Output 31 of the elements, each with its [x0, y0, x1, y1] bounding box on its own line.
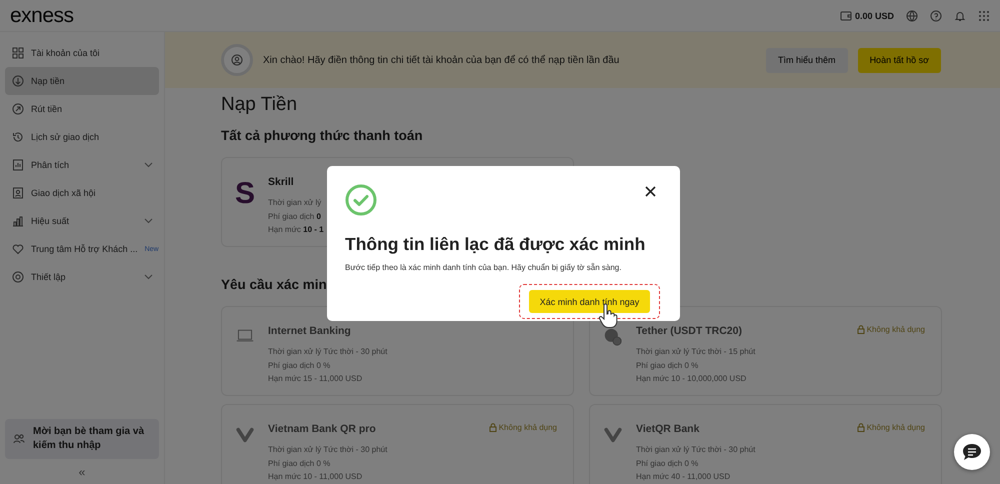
skrill-logo: S — [235, 179, 256, 212]
dialog-title: Thông tin liên lạc đã được xác minh — [345, 234, 646, 255]
method-detail: Thời gian xử lý Tức thời - 30 phút — [268, 346, 388, 358]
method-name: Skrill — [268, 176, 295, 188]
section-heading: Yêu cầu xác min — [221, 277, 328, 292]
method-detail: Phí giao dịch 0 % — [268, 360, 332, 372]
method-name: Internet Banking — [268, 325, 352, 337]
unavailable-badge: Không khả dụng — [856, 423, 925, 432]
method-detail: Thời gian xử lý Tức thời - 30 phút — [636, 444, 756, 456]
method-detail: Phí giao dịch 0 % — [636, 360, 700, 372]
invite-text: Mời bạn bè tham gia và kiếm thu nhập — [33, 425, 146, 453]
method-detail: Hạn mức 40 - 11,000 USD — [636, 471, 732, 483]
method-detail: Thời gian xử lý Tức thời - 30 phút — [268, 444, 388, 456]
method-detail: Hạn mức 10 - 10,000,000 USD — [636, 373, 748, 385]
banner-text: Xin chào! Hãy điền thông tin chi tiết tài khoản của bạn để có thể nạp tiền lần đầu — [263, 54, 620, 66]
method-detail: Hạn mức 10 - 11,000 USD — [268, 471, 364, 483]
section-heading: Tất cả phương thức thanh toán — [221, 128, 424, 143]
method-detail: Phí giao dịch 0 % — [636, 458, 700, 470]
unavailable-badge: Không khả dụng — [856, 325, 925, 334]
method-name: Vietnam Bank QR pro — [268, 423, 377, 435]
method-detail: Hạn mức 15 - 11,000 USD — [268, 373, 364, 385]
method-name: VietQR Bank — [636, 423, 700, 435]
method-name: Tether (USDT TRC20) — [636, 325, 743, 337]
page-title: Nạp Tiền — [221, 94, 298, 116]
method-detail: Thời gian xử lý — [268, 197, 322, 209]
method-detail: Phí giao dịch 0 % — [268, 458, 332, 470]
dialog-message: Bước tiếp theo là xác minh danh tính của bạn. Hãy chuẩn bị giấy tờ sẵn sàng. — [345, 263, 622, 272]
method-detail: Phí giao dịch 0 — [268, 210, 322, 223]
unavailable-badge: Không khả dụng — [488, 423, 557, 432]
method-detail: Hạn mức 10 - 1 — [268, 224, 324, 236]
method-detail: Thời gian xử lý Tức thời - 15 phút — [636, 346, 756, 358]
